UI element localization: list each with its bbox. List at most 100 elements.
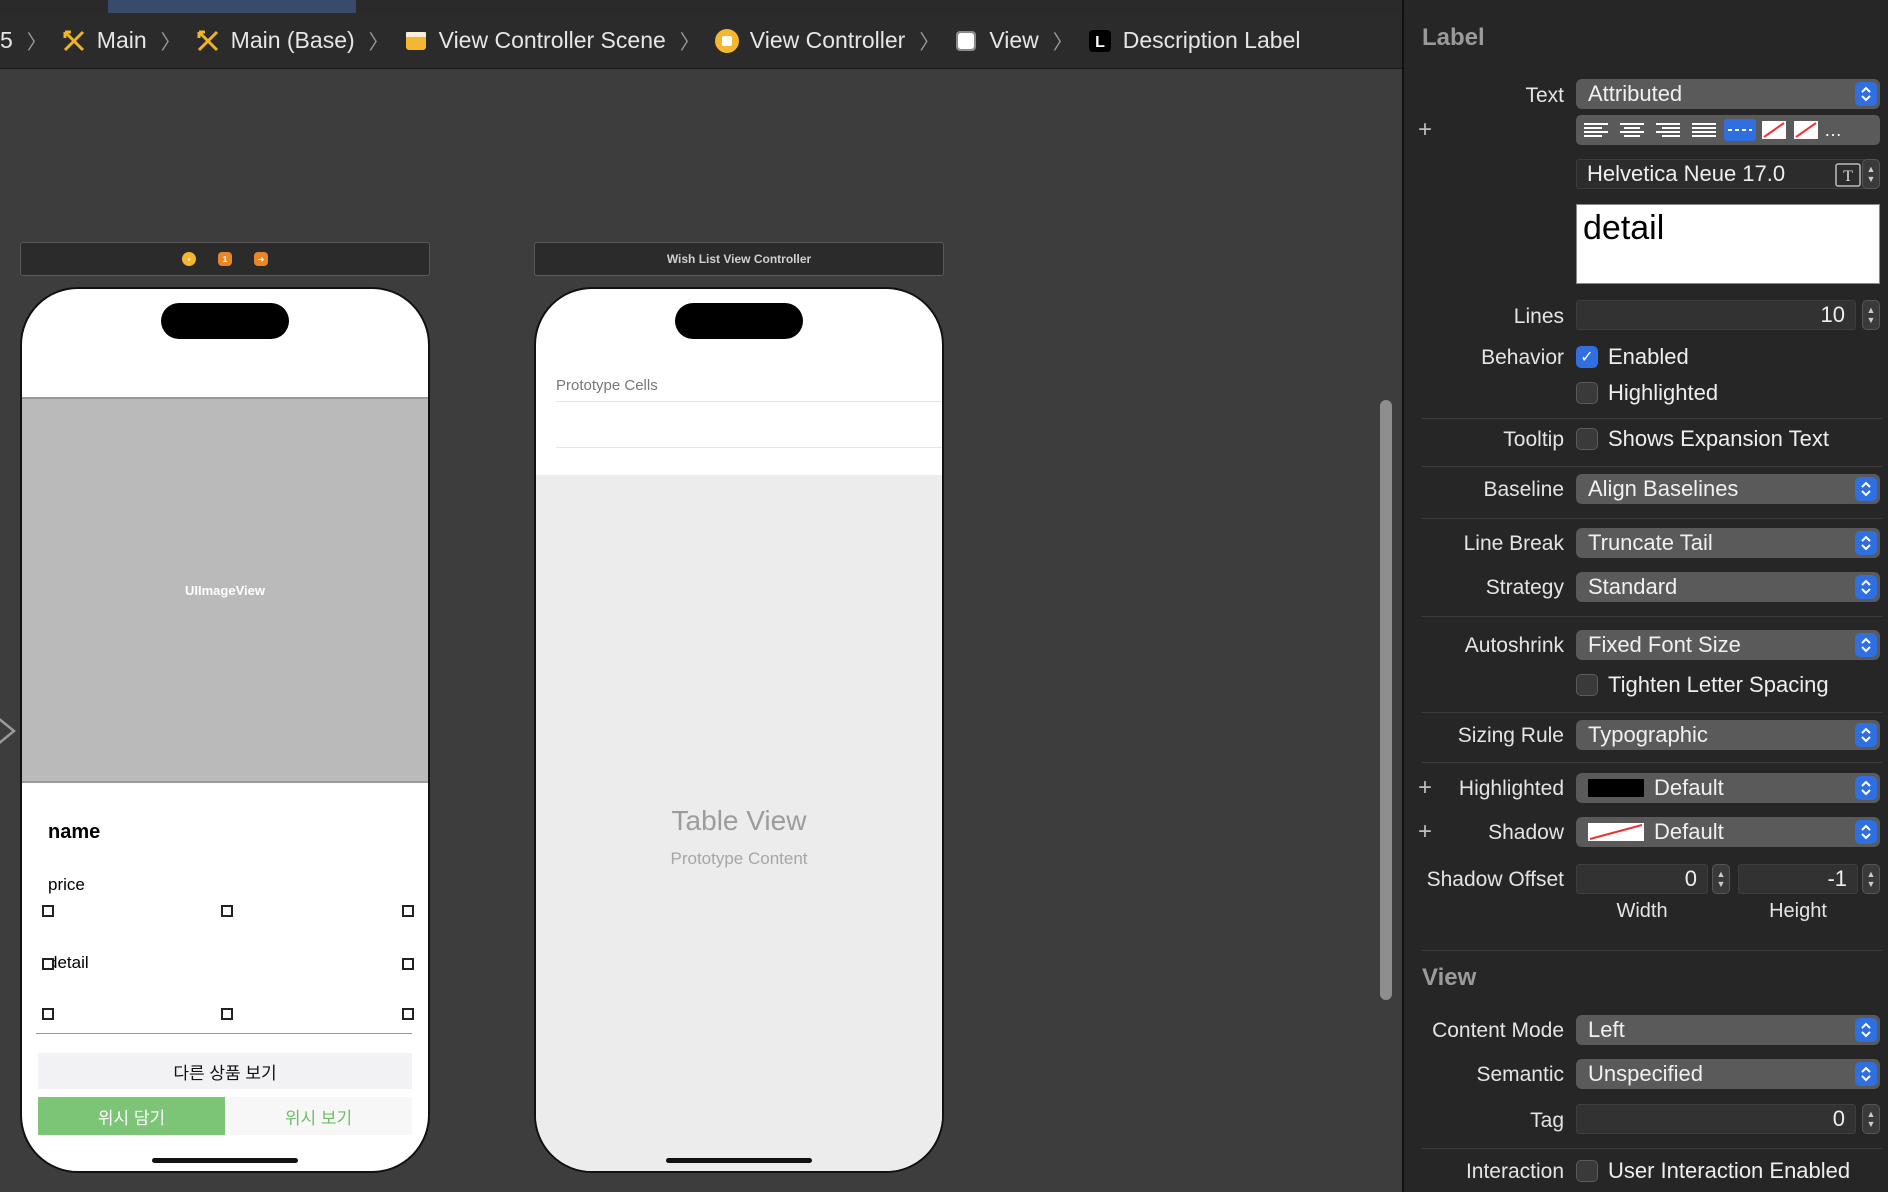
shadow-offset-height-field[interactable]: -1 bbox=[1738, 864, 1858, 894]
resize-handle[interactable] bbox=[221, 905, 233, 917]
section-divider bbox=[1422, 762, 1882, 763]
table-view-subtitle: Prototype Content bbox=[670, 849, 808, 868]
lines-stepper[interactable]: ▲ ▼ bbox=[1862, 300, 1880, 330]
crumb-scene[interactable]: View Controller Scene bbox=[403, 27, 666, 54]
user-interaction-row[interactable]: User Interaction Enabled bbox=[1576, 1158, 1850, 1184]
crumb-view-controller[interactable]: View Controller bbox=[714, 27, 905, 54]
other-products-button[interactable]: 다른 상품 보기 bbox=[38, 1053, 412, 1089]
resize-handle[interactable] bbox=[221, 1008, 233, 1020]
chevron-updown-icon bbox=[1855, 531, 1877, 555]
more-options-icon[interactable]: … bbox=[1824, 120, 1842, 141]
resize-handle[interactable] bbox=[42, 958, 54, 970]
content-mode-popup[interactable]: Left bbox=[1576, 1015, 1880, 1045]
crumb-main-base[interactable]: Main (Base) bbox=[195, 27, 355, 54]
shadow-label: Shadow bbox=[1488, 821, 1564, 844]
semantic-popup[interactable]: Unspecified bbox=[1576, 1059, 1880, 1089]
align-center-icon[interactable] bbox=[1616, 119, 1648, 141]
separator-line bbox=[36, 1033, 412, 1034]
align-natural-icon[interactable] bbox=[1724, 119, 1756, 141]
enabled-checkbox[interactable]: ✓ bbox=[1576, 346, 1598, 368]
background-color-swatch-icon[interactable] bbox=[1792, 119, 1820, 141]
resize-handle[interactable] bbox=[42, 905, 54, 917]
view-controller-dock-icon[interactable]: ▪ bbox=[182, 252, 196, 266]
interaction-label: Interaction bbox=[1465, 1160, 1564, 1183]
chevron-updown-icon bbox=[1855, 723, 1877, 747]
chevron-right-icon: 〉 bbox=[1052, 32, 1073, 54]
align-justify-icon[interactable] bbox=[1688, 119, 1720, 141]
no-color-swatch-icon bbox=[1588, 823, 1644, 841]
shadow-offset-width-field[interactable]: 0 bbox=[1576, 864, 1708, 894]
shadow-offset-height-stepper[interactable]: ▲ ▼ bbox=[1862, 864, 1880, 894]
lines-field[interactable]: 10 bbox=[1576, 300, 1856, 330]
semantic-label: Semantic bbox=[1476, 1063, 1564, 1086]
storyboard-icon bbox=[61, 28, 87, 54]
add-variation-icon[interactable]: + bbox=[1418, 116, 1432, 144]
crumb-project[interactable]: 5 bbox=[0, 27, 13, 54]
baseline-label: Baseline bbox=[1483, 478, 1564, 501]
font-size-stepper[interactable]: ▲ ▼ bbox=[1862, 159, 1880, 189]
section-divider bbox=[1422, 518, 1882, 519]
description-label[interactable]: detail bbox=[48, 953, 89, 973]
autoshrink-popup[interactable]: Fixed Font Size bbox=[1576, 630, 1880, 660]
first-responder-dock-icon[interactable]: 1 bbox=[218, 252, 232, 266]
chevron-updown-icon bbox=[1855, 477, 1877, 501]
tag-field[interactable]: 0 bbox=[1576, 1104, 1856, 1134]
scene-dock-view-controller[interactable]: ▪ 1 ➜ bbox=[20, 242, 430, 276]
content-mode-label: Content Mode bbox=[1432, 1019, 1564, 1042]
add-to-wishlist-button[interactable]: 위시 담기 bbox=[38, 1097, 225, 1135]
scene-dock-wish-list[interactable]: Wish List View Controller bbox=[534, 242, 944, 276]
exit-dock-icon[interactable]: ➜ bbox=[254, 252, 268, 266]
price-label[interactable]: price bbox=[48, 875, 85, 895]
text-type-popup[interactable]: Attributed bbox=[1576, 79, 1880, 109]
highlighted-color-label: Highlighted bbox=[1458, 777, 1564, 800]
text-content-editor[interactable]: detail bbox=[1576, 204, 1880, 284]
shadow-offset-width-stepper[interactable]: ▲ ▼ bbox=[1712, 864, 1730, 894]
crumb-view[interactable]: View bbox=[953, 27, 1039, 54]
resize-handle[interactable] bbox=[402, 905, 414, 917]
editor-tab-strip bbox=[0, 0, 1402, 13]
section-divider bbox=[1422, 466, 1882, 467]
resize-handle[interactable] bbox=[402, 1008, 414, 1020]
highlighted-checkbox-row[interactable]: Highlighted bbox=[1576, 380, 1718, 406]
tighten-spacing-row[interactable]: Tighten Letter Spacing bbox=[1576, 672, 1829, 698]
resize-handle[interactable] bbox=[42, 1008, 54, 1020]
align-right-icon[interactable] bbox=[1652, 119, 1684, 141]
wish-list-phone-frame[interactable]: Prototype Cells Table View Prototype Con… bbox=[534, 287, 944, 1173]
resize-handle[interactable] bbox=[402, 958, 414, 970]
highlighted-color-popup[interactable]: Default bbox=[1576, 773, 1880, 803]
highlighted-checkbox[interactable] bbox=[1576, 382, 1598, 404]
crumb-main[interactable]: Main bbox=[61, 27, 147, 54]
autoshrink-label: Autoshrink bbox=[1464, 634, 1564, 657]
user-interaction-checkbox[interactable] bbox=[1576, 1160, 1598, 1182]
font-field[interactable]: Helvetica Neue 17.0 T bbox=[1576, 159, 1876, 189]
text-color-swatch-icon[interactable] bbox=[1760, 119, 1788, 141]
label-icon: L bbox=[1087, 28, 1113, 54]
shadow-color-popup[interactable]: Default bbox=[1576, 817, 1880, 847]
shows-expansion-text-checkbox[interactable] bbox=[1576, 428, 1598, 450]
label-section-title: Label bbox=[1422, 24, 1485, 51]
align-left-icon[interactable] bbox=[1580, 119, 1612, 141]
tooltip-checkbox-row[interactable]: Shows Expansion Text bbox=[1576, 426, 1829, 452]
font-picker-icon[interactable]: T bbox=[1835, 163, 1861, 193]
active-tab[interactable] bbox=[108, 0, 356, 13]
line-break-popup[interactable]: Truncate Tail bbox=[1576, 528, 1880, 558]
canvas-scrollbar[interactable] bbox=[1380, 400, 1392, 1000]
enabled-checkbox-row[interactable]: ✓ Enabled bbox=[1576, 344, 1689, 370]
name-label[interactable]: name bbox=[48, 821, 100, 844]
svg-text:T: T bbox=[1843, 168, 1853, 185]
view-controller-phone-frame[interactable]: UIImageView name price detail 다른 상품 보기 위… bbox=[20, 287, 430, 1173]
tighten-letter-spacing-checkbox[interactable] bbox=[1576, 674, 1598, 696]
crumb-description-label[interactable]: L Description Label bbox=[1087, 27, 1300, 54]
tag-stepper[interactable]: ▲ ▼ bbox=[1862, 1104, 1880, 1134]
home-indicator bbox=[666, 1158, 812, 1163]
storyboard-canvas[interactable]: 5 〉 Main 〉 Main (Base) 〉 View Controller… bbox=[0, 0, 1402, 1192]
sizing-rule-popup[interactable]: Typographic bbox=[1576, 720, 1880, 750]
strategy-popup[interactable]: Standard bbox=[1576, 572, 1880, 602]
cell-separator bbox=[556, 447, 942, 448]
chevron-right-icon: 〉 bbox=[26, 32, 47, 54]
baseline-popup[interactable]: Align Baselines bbox=[1576, 474, 1880, 504]
svg-text:L: L bbox=[1095, 34, 1105, 51]
prototype-cells-header: Prototype Cells bbox=[556, 377, 658, 394]
view-wishlist-button[interactable]: 위시 보기 bbox=[225, 1097, 412, 1135]
image-view[interactable]: UIImageView bbox=[22, 397, 428, 783]
